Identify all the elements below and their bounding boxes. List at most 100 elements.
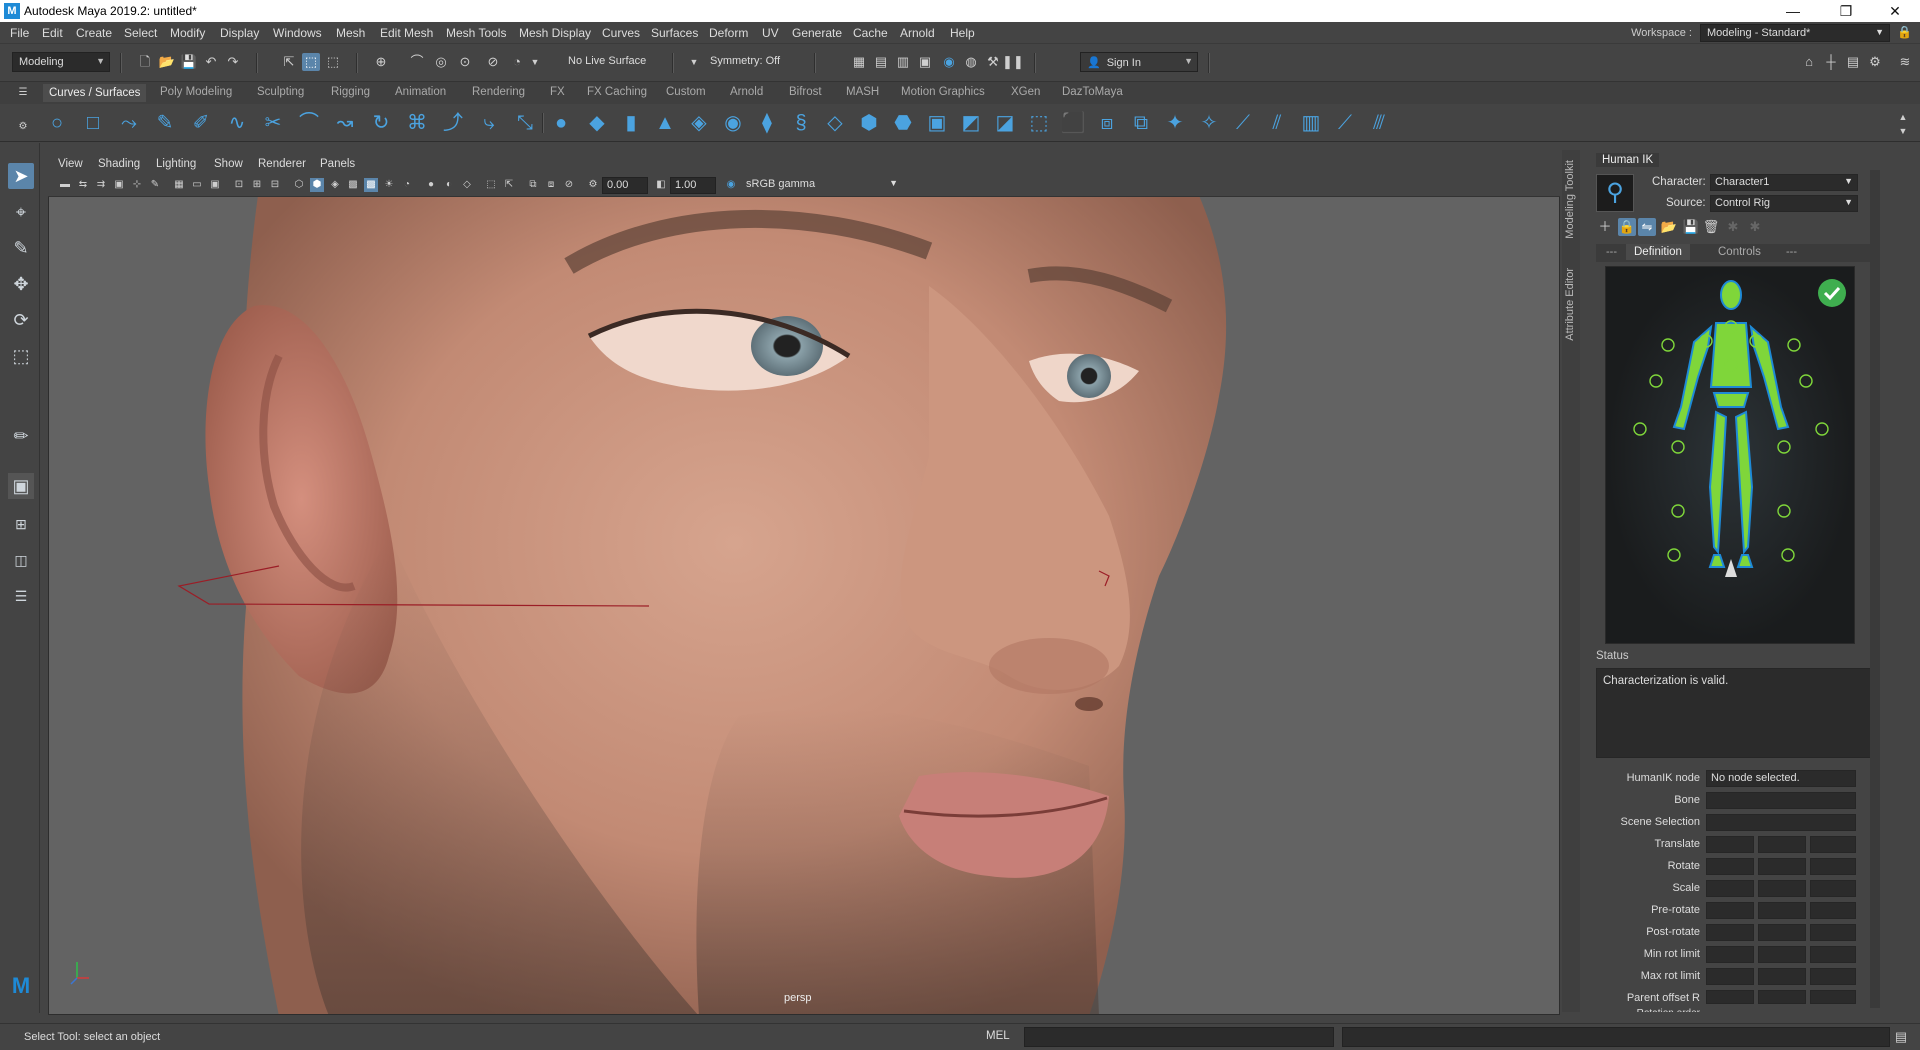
gamma-field[interactable]: 1.00: [670, 177, 716, 194]
camera-attributes-icon[interactable]: ⇆: [76, 178, 90, 192]
parent-offset-y-field[interactable]: [1758, 990, 1806, 1004]
panel-menu-view[interactable]: View: [58, 158, 83, 170]
max-rot-x-field[interactable]: [1706, 968, 1754, 985]
scroll-down-icon[interactable]: ▼: [1894, 122, 1912, 140]
min-rot-x-field[interactable]: [1706, 946, 1754, 963]
gate-mask-icon[interactable]: ⊡: [232, 178, 246, 192]
nurbs-cone-icon[interactable]: ▲: [652, 110, 678, 136]
insert-isoparm-icon[interactable]: ✧: [1196, 110, 1222, 136]
shelf-tab-rigging[interactable]: Rigging: [331, 86, 370, 98]
menu-uv[interactable]: UV: [762, 26, 779, 40]
live-surface-field[interactable]: No Live Surface: [562, 52, 660, 72]
pre-rotate-y-field[interactable]: [1758, 902, 1806, 919]
planar-icon[interactable]: ◇: [822, 110, 848, 136]
outliner-layout-icon[interactable]: ☰: [8, 583, 34, 609]
nurbs-cylinder-icon[interactable]: ▮: [618, 110, 644, 136]
ambient-occlusion-icon[interactable]: ◔: [400, 178, 414, 192]
arnold-render-icon[interactable]: ◉: [940, 53, 958, 71]
menu-surfaces[interactable]: Surfaces: [651, 26, 698, 40]
translate-y-field[interactable]: [1758, 836, 1806, 853]
load-icon[interactable]: 📂: [1660, 218, 1678, 236]
panel-menu-shading[interactable]: Shading: [98, 158, 140, 170]
hypershade-icon[interactable]: ◍: [962, 53, 980, 71]
anti-aliasing-icon[interactable]: ◐: [442, 178, 456, 192]
menu-edit[interactable]: Edit: [42, 26, 63, 40]
wireframe-on-shaded-icon[interactable]: ◈: [328, 178, 342, 192]
detach-curves-icon[interactable]: ↻: [368, 110, 394, 136]
film-gate-icon[interactable]: ▭: [190, 178, 204, 192]
use-all-lights-icon[interactable]: ▩: [364, 178, 378, 192]
script-editor-icon[interactable]: ▤: [1892, 1028, 1910, 1046]
shelf-tab-animation[interactable]: Animation: [395, 86, 446, 98]
isolate-select-icon[interactable]: ⬚: [484, 178, 498, 192]
snap-live-icon[interactable]: ◔: [508, 53, 526, 71]
source-dropdown[interactable]: Control Rig ▼: [1710, 195, 1858, 212]
shelf-tab-daztomaya[interactable]: DazToMaya: [1062, 86, 1123, 98]
two-d-pan-icon[interactable]: ⊹: [130, 178, 144, 192]
insert-knot-icon[interactable]: ⌘: [404, 110, 430, 136]
menu-mesh-tools[interactable]: Mesh Tools: [446, 26, 506, 40]
select-objects-icon[interactable]: ⬚: [302, 53, 320, 71]
menu-deform[interactable]: Deform: [709, 26, 748, 40]
panel-menu-show[interactable]: Show: [214, 158, 243, 170]
rotate-z-field[interactable]: [1810, 858, 1856, 875]
menu-select[interactable]: Select: [124, 26, 157, 40]
last-tool-icon[interactable]: ✏: [8, 423, 34, 449]
tool-settings-icon[interactable]: ⚙: [1866, 53, 1884, 71]
save-scene-icon[interactable]: 💾: [180, 53, 198, 71]
smooth-shade-icon[interactable]: ⬢: [310, 178, 324, 192]
modeling-toolkit-icon[interactable]: ⌂: [1800, 53, 1818, 71]
menu-curves[interactable]: Curves: [602, 26, 640, 40]
save-icon[interactable]: 💾: [1682, 218, 1700, 236]
chevron-down-icon[interactable]: ▼: [685, 53, 703, 71]
safe-action-icon[interactable]: ⊟: [268, 178, 282, 192]
shelf-tab-sculpting[interactable]: Sculpting: [257, 86, 304, 98]
open-close-icon[interactable]: ▥: [1298, 110, 1324, 136]
revolve-icon[interactable]: ⧫: [754, 110, 780, 136]
surface-edit-icon[interactable]: ⫻: [1366, 110, 1392, 136]
textured-icon[interactable]: ▩: [346, 178, 360, 192]
ep-curve-icon[interactable]: ✎: [152, 110, 178, 136]
nurbs-sphere-icon[interactable]: ●: [548, 110, 574, 136]
translate-z-field[interactable]: [1810, 836, 1856, 853]
head-model[interactable]: [205, 156, 1227, 1015]
shelf-tab-poly-modeling[interactable]: Poly Modeling: [160, 86, 232, 98]
color-management-icon[interactable]: ◉: [724, 178, 738, 192]
backface-icon[interactable]: ⊘: [562, 178, 576, 192]
cv-curve-icon[interactable]: ⤳: [116, 110, 142, 136]
pin-all-icon[interactable]: ✱: [1746, 218, 1764, 236]
min-rot-z-field[interactable]: [1810, 946, 1856, 963]
bookmarks-icon[interactable]: ⇉: [94, 178, 108, 192]
tab-dash-right[interactable]: ---: [1786, 246, 1797, 258]
post-rotate-z-field[interactable]: [1810, 924, 1856, 941]
detach-surface-icon[interactable]: ⫽: [1264, 110, 1290, 136]
image-plane-icon[interactable]: ▣: [112, 178, 126, 192]
intersect-icon[interactable]: ⬛: [1060, 110, 1086, 136]
humanik-character-icon[interactable]: ⚲: [1596, 174, 1634, 212]
untrim-icon[interactable]: ⧉: [1128, 110, 1154, 136]
shelf-tab-bifrost[interactable]: Bifrost: [789, 86, 822, 98]
mode-dropdown[interactable]: Modeling ▼: [12, 52, 110, 72]
snap-grid-icon[interactable]: ⊕: [372, 53, 390, 71]
chevron-down-icon[interactable]: ▼: [526, 53, 544, 71]
workspace-dropdown[interactable]: Modeling - Standard* ▼: [1700, 24, 1890, 42]
two-view-layout-icon[interactable]: ◫: [8, 547, 34, 573]
mel-label[interactable]: MEL: [986, 1030, 1010, 1042]
lock-icon[interactable]: 🔒: [1897, 25, 1912, 39]
nurbs-cube-icon[interactable]: ◆: [584, 110, 610, 136]
exposure-icon[interactable]: ⚙: [586, 178, 600, 192]
resolution-gate-icon[interactable]: ▣: [208, 178, 222, 192]
tab-modeling-toolkit[interactable]: Modeling Toolkit: [1564, 160, 1576, 239]
tab-attribute-editor[interactable]: Attribute Editor: [1564, 268, 1576, 341]
menu-file[interactable]: File: [10, 26, 29, 40]
paint-select-tool-icon[interactable]: ✎: [8, 235, 34, 261]
snap-projected-icon[interactable]: ⊙: [456, 53, 474, 71]
layers-icon[interactable]: ≋: [1896, 53, 1914, 71]
menu-generate[interactable]: Generate: [792, 26, 842, 40]
xray-components-icon[interactable]: ⧈: [544, 178, 558, 192]
panel-menu-lighting[interactable]: Lighting: [156, 158, 196, 170]
shelf-options-icon[interactable]: ⚙: [14, 118, 32, 136]
symmetry-field[interactable]: Symmetry: Off: [704, 52, 804, 72]
nurbs-plane-icon[interactable]: ◈: [686, 110, 712, 136]
pre-rotate-x-field[interactable]: [1706, 902, 1754, 919]
